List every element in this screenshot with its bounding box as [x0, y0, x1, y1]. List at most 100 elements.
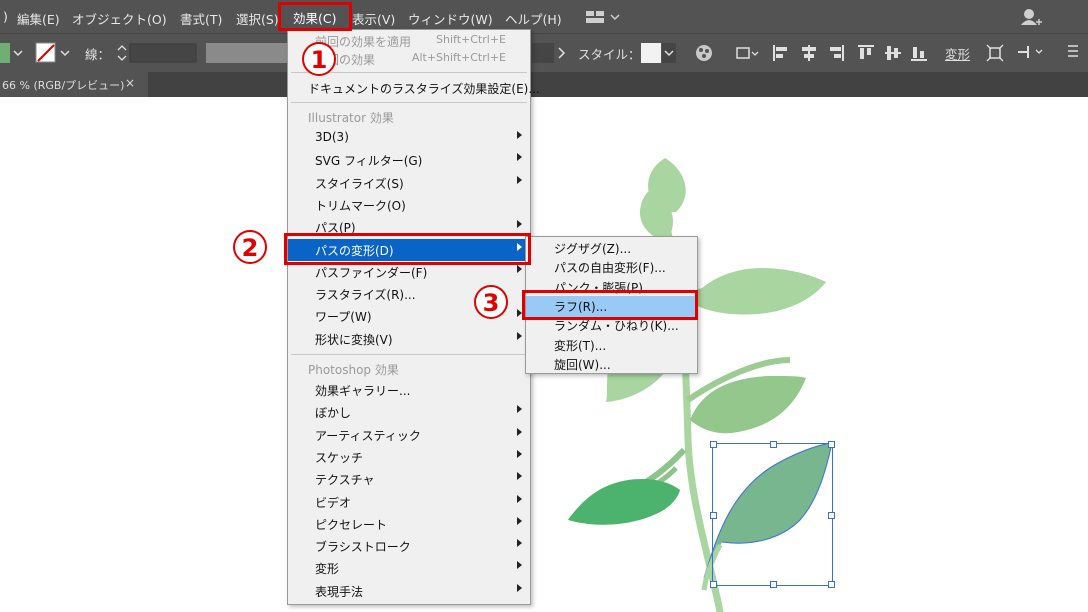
menu-item[interactable]: スタイライズ(S): [288, 172, 530, 194]
menu-item-label: ビデオ: [315, 495, 352, 510]
bounding-handle[interactable]: [770, 441, 777, 448]
bounding-handle[interactable]: [710, 441, 717, 448]
selection-bounding-box[interactable]: [710, 441, 835, 588]
distort-transform-submenu: ジグザグ(Z)... パスの自由変形(F)... パンク・膨張(P)... ラフ(R)…: [525, 236, 698, 374]
transform-link[interactable]: 変形: [945, 44, 970, 63]
menu-item[interactable]: 旋回(W)...: [526, 354, 697, 376]
menu-item[interactable]: パスの変形(D): [288, 238, 530, 261]
menu-item-partial[interactable]: ): [3, 9, 8, 24]
submenu-arrow-icon: [517, 153, 522, 162]
submenu-arrow-icon: [517, 449, 522, 458]
menu-item-document-raster-settings[interactable]: ドキュメントのラスタライズ効果設定(E)...: [288, 77, 540, 99]
opacity-field[interactable]: [532, 43, 554, 63]
menu-item[interactable]: 変形: [288, 557, 530, 579]
menu-item[interactable]: トリムマーク(O): [288, 194, 530, 216]
menu-view[interactable]: 表示(V): [352, 9, 395, 28]
menu-item-label: ワープ(W): [315, 310, 372, 325]
menu-header-illustrator: Illustrator 効果: [308, 111, 394, 125]
submenu-arrow-icon: [517, 427, 522, 436]
close-icon[interactable]: ×: [125, 76, 135, 90]
menu-item[interactable]: ビデオ: [288, 491, 530, 513]
menu-type[interactable]: 書式(T): [180, 9, 222, 28]
menu-item-label: SVG フィルター(G): [315, 154, 423, 169]
stroke-none-icon[interactable]: [35, 42, 75, 67]
align-vertical-center-icon[interactable]: [884, 44, 902, 65]
menu-item-label: 表現手法: [315, 584, 364, 599]
step-badge-3: 3: [474, 285, 508, 319]
menu-item-label: 3D(3): [315, 130, 349, 144]
menu-item-label: パンク・膨張(P)...: [554, 280, 655, 295]
menu-item-label: テクスチャ: [315, 473, 375, 488]
menu-item[interactable]: スケッチ: [288, 446, 530, 468]
bounding-handle[interactable]: [828, 581, 835, 588]
isolate-selected-icon[interactable]: [986, 44, 1004, 65]
align-right-icon[interactable]: [827, 44, 845, 65]
menu-help[interactable]: ヘルプ(H): [505, 9, 562, 28]
menu-item[interactable]: ブラシストローク: [288, 535, 530, 557]
user-account-icon[interactable]: [1020, 7, 1044, 30]
align-left-icon[interactable]: [772, 44, 790, 65]
control-toolbar: 線： スタイル： 変形: [0, 33, 1088, 72]
document-tab[interactable]: 66 % (RGB/プレビュー) ×: [0, 72, 148, 97]
menu-item[interactable]: パスファインダー(F): [288, 261, 530, 283]
submenu-arrow-icon: [517, 539, 522, 548]
menu-window[interactable]: ウィンドウ(W): [408, 9, 493, 28]
submenu-arrow-icon: [517, 405, 522, 414]
align-horizontal-center-icon[interactable]: [800, 44, 818, 65]
menu-item-label: パスの自由変形(F)...: [554, 261, 666, 276]
menu-item-label: スタイライズ(S): [315, 176, 404, 191]
puppet-warp-icon[interactable]: [1016, 44, 1046, 65]
menu-item[interactable]: パス(P): [288, 216, 530, 238]
submenu-arrow-icon: [517, 516, 522, 525]
menu-item[interactable]: 3D(3): [288, 127, 530, 149]
menu-item-label: 変形(T)...: [554, 338, 607, 353]
stroke-label: 線：: [85, 47, 111, 62]
submenu-arrow-icon: [517, 242, 522, 251]
menu-item-label: パスファインダー(F): [315, 265, 428, 280]
bounding-handle[interactable]: [710, 581, 717, 588]
menu-item[interactable]: アーティスティック: [288, 424, 530, 446]
menu-item[interactable]: ピクセレート: [288, 513, 530, 535]
menu-item[interactable]: 形状に変換(V): [288, 328, 530, 350]
align-to-selection-icon[interactable]: [734, 44, 760, 65]
menu-header-photoshop: Photoshop 効果: [308, 363, 399, 377]
fill-color-swatch[interactable]: [0, 43, 28, 66]
align-top-icon[interactable]: [857, 44, 875, 65]
submenu-arrow-icon: [517, 175, 522, 184]
menu-item[interactable]: ぼかし: [288, 401, 530, 423]
document-tab-bar: 66 % (RGB/プレビュー) ×: [0, 72, 1088, 97]
workspace-switcher-icon[interactable]: [586, 10, 620, 27]
bounding-handle[interactable]: [828, 512, 835, 519]
variable-width-profile[interactable]: [206, 43, 288, 63]
menu-item[interactable]: 効果ギャラリー...: [288, 379, 530, 401]
menu-select[interactable]: 選択(S): [236, 9, 279, 28]
menu-item-label: ラフ(R)...: [554, 299, 608, 314]
menu-edit[interactable]: 編集(E): [17, 9, 60, 28]
menu-item-label: 形状に変換(V): [315, 332, 393, 347]
bounding-handle[interactable]: [828, 441, 835, 448]
align-bottom-icon[interactable]: [910, 44, 928, 65]
menu-item[interactable]: テクスチャ: [288, 468, 530, 490]
step-badge-2: 2: [233, 230, 267, 264]
menu-item-label: アーティスティック: [315, 428, 421, 443]
stroke-weight-stepper[interactable]: [116, 43, 206, 66]
chevron-right-icon[interactable]: [558, 47, 566, 62]
menu-item-label: ブラシストローク: [315, 540, 411, 555]
bounding-handle[interactable]: [770, 581, 777, 588]
panel-menu-icon[interactable]: [1066, 44, 1080, 65]
menu-object[interactable]: オブジェクト(O): [72, 9, 167, 28]
bounding-handle[interactable]: [710, 512, 717, 519]
submenu-arrow-icon: [517, 561, 522, 570]
menu-item-label: 効果ギャラリー...: [315, 384, 411, 398]
recolor-artwork-icon[interactable]: [695, 44, 713, 65]
graphic-style-swatch[interactable]: [641, 43, 677, 66]
menu-separator: [291, 102, 527, 103]
menu-item-label: パス(P): [315, 221, 356, 236]
menu-item-label: ピクセレート: [315, 517, 388, 532]
menu-item-label: パスの変形(D): [315, 243, 394, 258]
menu-item[interactable]: SVG フィルター(G): [288, 149, 530, 171]
menu-effect[interactable]: 効果(C): [293, 8, 336, 27]
menu-item-label: ぼかし: [315, 406, 352, 421]
menu-item[interactable]: 表現手法: [288, 580, 530, 602]
submenu-arrow-icon: [517, 131, 522, 139]
